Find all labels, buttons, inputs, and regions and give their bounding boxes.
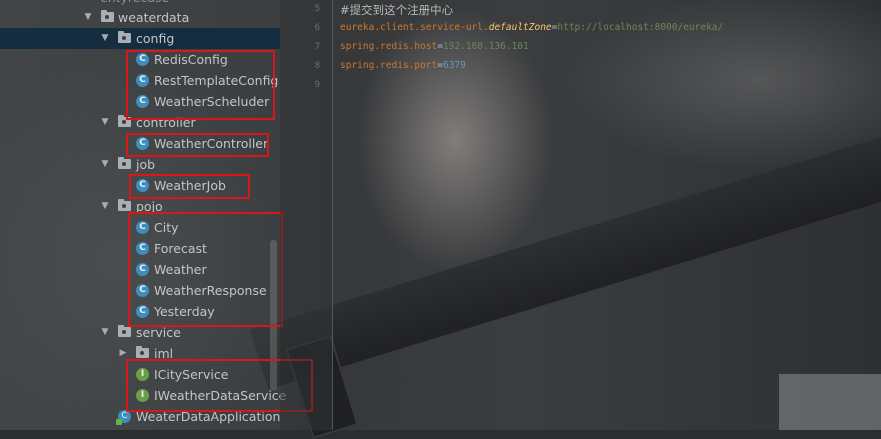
package-folder-icon: [136, 346, 149, 358]
code-line-eureka[interactable]: eureka.client.service-url.defaultZone=ht…: [340, 22, 723, 33]
package-folder-icon: [118, 325, 131, 337]
package-folder-icon: [118, 31, 131, 43]
line-number: 7: [314, 42, 320, 52]
tree-item-config[interactable]: ▼ config: [0, 28, 280, 49]
line-number: 6: [314, 23, 320, 33]
tree-item-label: job: [136, 157, 156, 172]
line-number: 8: [314, 61, 320, 71]
chevron-down-icon[interactable]: ▼: [100, 322, 110, 343]
property-key: spring.redis.port: [340, 60, 438, 71]
property-key: spring.redis.host: [340, 41, 438, 52]
code-comment-line[interactable]: #提交到这个注册中心: [340, 2, 453, 18]
property-prefix: eureka.client.service-url.: [340, 22, 489, 33]
package-folder-icon: [118, 199, 131, 211]
code-line-redis-host[interactable]: spring.redis.host=192.168.136.101: [340, 41, 529, 52]
line-number: 9: [314, 80, 320, 90]
property-value: 192.168.136.101: [442, 41, 529, 52]
chevron-down-icon[interactable]: ▼: [100, 154, 110, 175]
chevron-down-icon[interactable]: ▼: [100, 112, 110, 133]
chevron-down-icon[interactable]: ▼: [100, 28, 110, 49]
wallpaper-light-patch: [779, 374, 881, 430]
annotation-box-pojo: [128, 212, 283, 327]
property-value: 6379: [442, 60, 466, 71]
chevron-down-icon[interactable]: ▼: [83, 7, 93, 28]
package-folder-icon: [118, 157, 131, 169]
property-key: defaultZone: [488, 22, 552, 33]
code-line-redis-port[interactable]: spring.redis.port=6379: [340, 60, 466, 71]
tree-item-weaterdata[interactable]: ▼ weaterdata: [0, 7, 280, 28]
chevron-down-icon[interactable]: ▼: [100, 196, 110, 217]
tree-item-label: weaterdata: [118, 10, 190, 25]
line-number: 5: [314, 4, 320, 14]
annotation-box-config: [126, 50, 275, 120]
property-value: http://localhost:8000/eureka/: [557, 22, 724, 33]
tree-item-label: config: [136, 31, 175, 46]
editor-gutter: 5 6 7 8 9: [280, 0, 333, 430]
tree-item-job[interactable]: ▼ job: [0, 154, 280, 175]
annotation-box-controller: [126, 133, 269, 157]
package-folder-icon: [101, 10, 114, 22]
annotation-box-job: [129, 174, 250, 199]
